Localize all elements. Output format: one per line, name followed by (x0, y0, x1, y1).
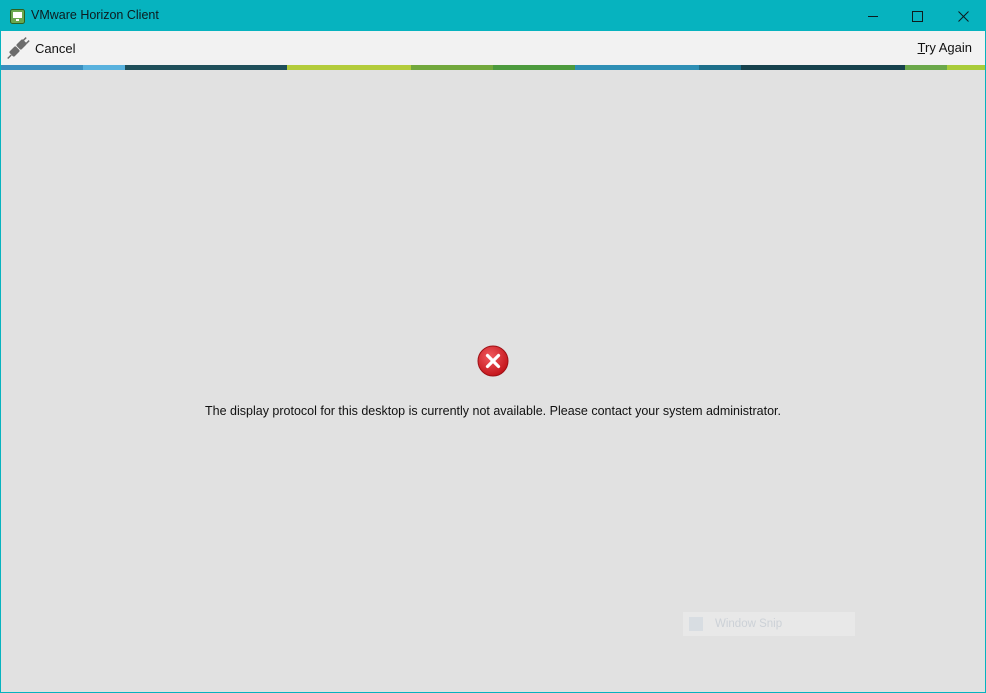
try-again-mnemonic: T (917, 40, 926, 55)
horizon-client-window: VMware Horizon Client Cancel Try Again T… (0, 0, 986, 693)
cancel-label: Cancel (35, 40, 76, 56)
content-area: The display protocol for this desktop is… (1, 70, 985, 692)
unplug-icon (7, 37, 30, 60)
maximize-button[interactable] (894, 1, 940, 31)
toolbar: Cancel Try Again (1, 31, 985, 65)
close-button[interactable] (940, 1, 986, 31)
window-snip-overlay[interactable]: Window Snip (683, 612, 855, 636)
window-snip-label: Window Snip (715, 618, 783, 630)
minimize-button[interactable] (850, 1, 896, 31)
close-icon (957, 10, 969, 22)
snip-icon (689, 617, 703, 631)
monitor-icon (10, 9, 25, 24)
window-title: VMware Horizon Client (31, 8, 159, 22)
cancel-button[interactable]: Cancel (6, 35, 75, 61)
maximize-icon (911, 10, 923, 22)
try-again-label: ry Again (925, 40, 972, 55)
error-x-icon (477, 345, 509, 377)
error-message: The display protocol for this desktop is… (205, 404, 781, 418)
try-again-button[interactable]: Try Again (918, 40, 972, 55)
minimize-icon (867, 15, 878, 17)
title-bar[interactable]: VMware Horizon Client (1, 1, 985, 31)
